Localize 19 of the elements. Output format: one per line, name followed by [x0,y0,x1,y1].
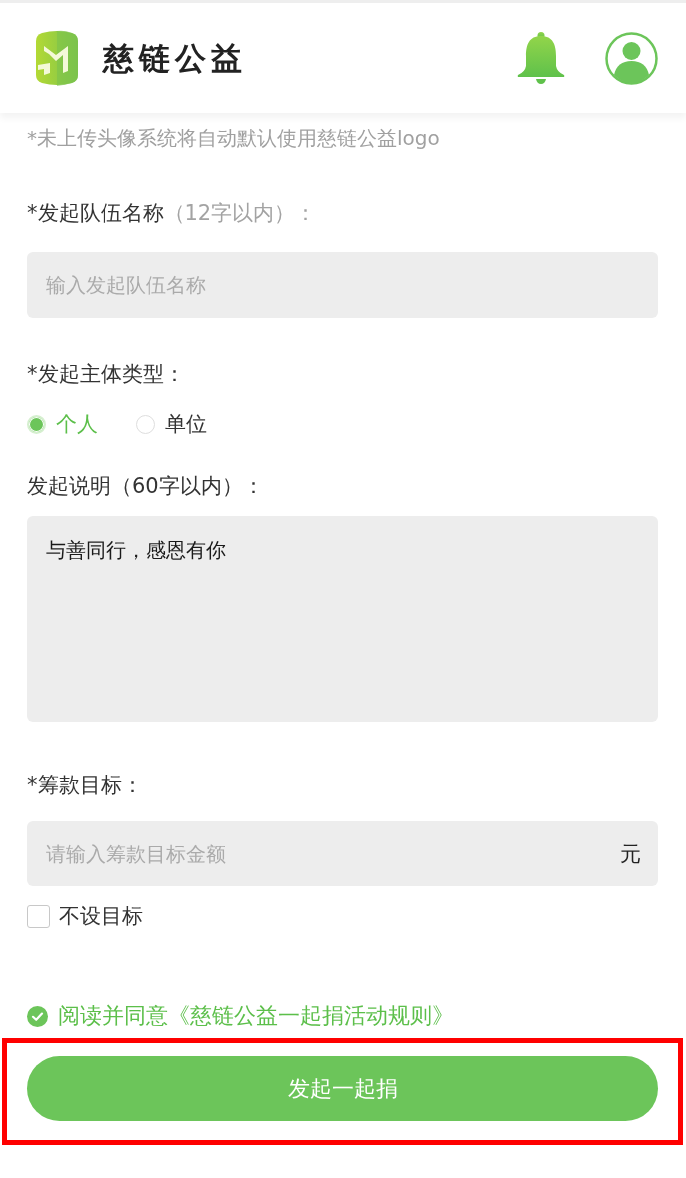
bell-icon[interactable] [517,32,565,84]
avatar-icon[interactable] [605,31,658,85]
currency-unit: 元 [620,840,641,868]
logo-icon [36,29,78,87]
field-hint: （12字以内）： [163,200,317,227]
radio-button[interactable] [27,414,46,434]
team-name-field[interactable]: 输入发起队伍名称 [27,252,658,318]
field-label: *发起主体类型： [27,361,185,388]
checkbox[interactable] [27,904,50,928]
radio-button[interactable] [136,414,155,434]
description-field[interactable]: 与善同行，感恩有你 [27,516,658,722]
field-label: 发起说明（60字以内）： [27,473,264,500]
check-circle-icon[interactable] [27,1005,48,1027]
option-label[interactable]: 单位 [165,409,207,439]
brand-name: 慈链公益 [103,39,247,78]
field-label: *发起队伍名称 [27,200,164,227]
field-label: *筹款目标： [27,772,143,799]
avatar-note-text: *未上传头像系统将自动默认使用慈链公益logo [27,125,441,152]
checkbox-label[interactable]: 不设目标 [59,903,143,929]
